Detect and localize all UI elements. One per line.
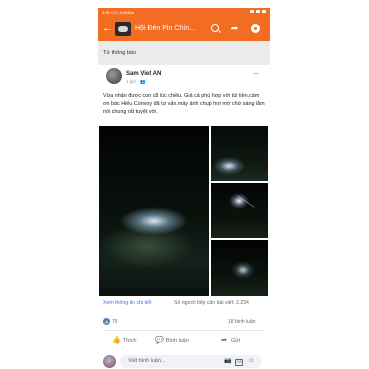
like-count: 75	[112, 319, 118, 325]
post-photo-3[interactable]	[211, 183, 268, 238]
comment-count[interactable]: 18 bình luận	[228, 319, 256, 325]
post-photo-4[interactable]	[211, 240, 268, 296]
group-title[interactable]: Hội Đèn Pin Chín...	[135, 24, 205, 34]
notification-source-bar: Từ thông báo	[98, 41, 270, 65]
post-timestamp[interactable]: 1 giờ · 👥	[126, 79, 146, 85]
signal-icon	[250, 10, 254, 13]
gif-icon[interactable]: GIF	[235, 359, 243, 366]
details-link[interactable]: Xem thông tin chi tiết	[103, 300, 151, 306]
camera-icon[interactable]: 📷	[224, 358, 231, 365]
like-label: Thích	[123, 337, 137, 344]
settings-icon[interactable]	[250, 23, 261, 34]
like-button[interactable]: 👍 Thích	[112, 336, 136, 345]
post-photo-2[interactable]	[211, 126, 268, 181]
commenter-avatar	[103, 355, 116, 368]
comment-icon: 💬	[155, 336, 164, 344]
group-logo[interactable]	[115, 22, 131, 36]
battery-icon	[262, 10, 266, 13]
section-label: Từ thông báo	[103, 50, 137, 56]
facebook-group-post-screen: 3:30 CH | 0,5KB/s ← Hội Đèn Pin Chín... …	[98, 8, 270, 369]
comment-placeholder: Viết bình luận...	[128, 358, 166, 364]
avatar[interactable]	[106, 68, 122, 84]
status-time: 3:30 CH | 0,5KB/s	[102, 10, 134, 15]
search-icon[interactable]	[210, 23, 221, 34]
back-button[interactable]: ←	[102, 22, 113, 34]
like-icon: 👍	[103, 318, 110, 325]
author-name[interactable]: Sam Viet AN	[126, 71, 161, 77]
post-photo-1[interactable]	[99, 126, 209, 296]
share-label: Gửi	[231, 337, 240, 344]
wifi-icon	[256, 10, 260, 13]
thumbs-up-icon: 👍	[112, 336, 121, 344]
reach-count: Số người tiếp cận bài viết: 2.234	[174, 300, 249, 306]
app-header: ← Hội Đèn Pin Chín... ➦	[98, 16, 270, 41]
comment-input[interactable]: Viết bình luận... 📷 GIF ☺	[120, 355, 262, 368]
divider	[103, 330, 265, 331]
post-text: Vừa nhận được con c8 lúc chiều. Giá cả p…	[103, 93, 265, 116]
share-icon[interactable]: ➦	[229, 23, 240, 34]
share-arrow-icon: ➦	[221, 336, 227, 344]
emoji-icon[interactable]: ☺	[248, 358, 255, 365]
status-indicators	[250, 10, 266, 13]
status-bar: 3:30 CH | 0,5KB/s	[98, 8, 270, 16]
more-options-button[interactable]: ···	[253, 69, 259, 78]
share-button[interactable]: ➦ Gửi	[220, 336, 240, 345]
comment-button[interactable]: 💬 Bình luận	[155, 336, 189, 345]
comment-label: Bình luận	[166, 337, 189, 344]
